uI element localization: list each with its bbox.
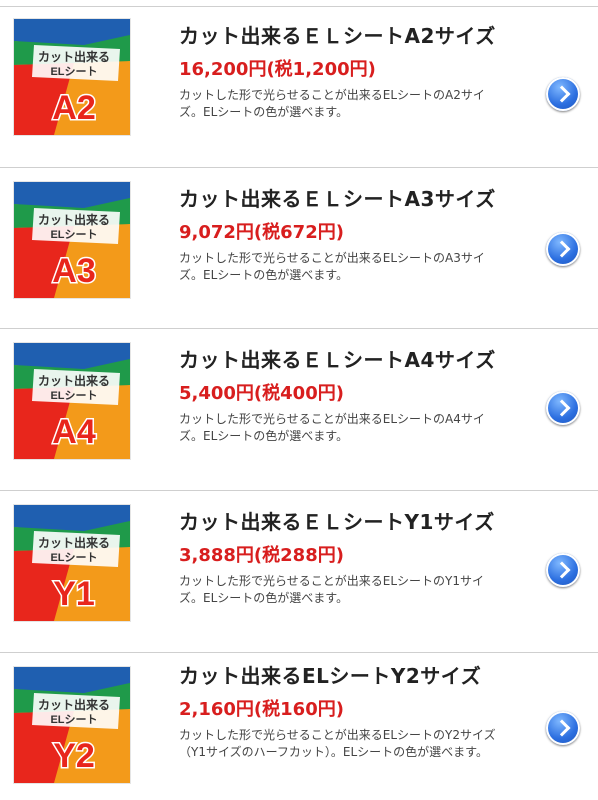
product-price: 16,200円(税1,200円) (179, 59, 376, 80)
thumb-sub: ELシート (50, 389, 97, 402)
thumb-code: A3 (52, 252, 95, 290)
chevron-right-circle-icon[interactable] (546, 77, 580, 111)
product-title[interactable]: カット出来るＥＬシートA3サイズ (179, 184, 506, 214)
product-price: 2,160円(税160円) (179, 699, 344, 720)
product-price: 3,888円(税288円) (179, 545, 344, 566)
product-price: 5,400円(税400円) (179, 383, 344, 404)
thumb-label: カット出来る (38, 373, 110, 388)
thumb-label: カット出来る (38, 49, 110, 64)
chevron-right-circle-icon[interactable] (546, 391, 580, 425)
product-title[interactable]: カット出来るELシートY2サイズ (179, 661, 506, 691)
product-description: カットした形で光らせることが出来るELシートのA4サイズ。ELシートの色が選べま… (179, 412, 485, 443)
product-description: カットした形で光らせることが出来るELシートのY1サイズ。ELシートの色が選べま… (179, 574, 484, 605)
product-row-a2[interactable]: カット出来る ELシート A2 カット出来るＥＬシートA2サイズ 16,200円… (0, 7, 598, 168)
product-title[interactable]: カット出来るＥＬシートA4サイズ (179, 345, 506, 375)
chevron-right-circle-icon[interactable] (546, 711, 580, 745)
product-description: カットした形で光らせることが出来るELシートのA2サイズ。ELシートの色が選べま… (179, 88, 485, 119)
product-thumbnail: カット出来る ELシート A4 (14, 343, 130, 459)
thumb-sub: ELシート (50, 713, 97, 726)
product-thumbnail: カット出来る ELシート A2 (14, 19, 130, 135)
product-thumbnail: カット出来る ELシート Y2 (14, 667, 130, 783)
thumb-code: A2 (52, 89, 95, 127)
product-row-y2[interactable]: カット出来る ELシート Y2 カット出来るELシートY2サイズ 2,160円(… (0, 653, 598, 799)
product-thumbnail: カット出来る ELシート A3 (14, 182, 130, 298)
product-row-a4[interactable]: カット出来る ELシート A4 カット出来るＥＬシートA4サイズ 5,400円(… (0, 329, 598, 491)
product-price: 9,072円(税672円) (179, 222, 344, 243)
chevron-right-circle-icon[interactable] (546, 553, 580, 587)
thumb-label: カット出来る (38, 697, 110, 712)
thumb-code: Y2 (53, 737, 95, 775)
product-list: カット出来る ELシート A2 カット出来るＥＬシートA2サイズ 16,200円… (0, 0, 598, 800)
chevron-right-circle-icon[interactable] (546, 232, 580, 266)
product-thumbnail: カット出来る ELシート Y1 (14, 505, 130, 621)
thumb-sub: ELシート (50, 65, 97, 78)
product-row-y1[interactable]: カット出来る ELシート Y1 カット出来るＥＬシートY1サイズ 3,888円(… (0, 491, 598, 653)
thumb-label: カット出来る (38, 535, 110, 550)
thumb-label: カット出来る (38, 212, 110, 227)
product-description: カットした形で光らせることが出来るELシートのA3サイズ。ELシートの色が選べま… (179, 251, 485, 282)
product-title[interactable]: カット出来るＥＬシートA2サイズ (179, 21, 506, 51)
thumb-sub: ELシート (50, 228, 97, 241)
product-title[interactable]: カット出来るＥＬシートY1サイズ (179, 507, 506, 537)
thumb-code: A4 (52, 413, 96, 451)
product-description: カットした形で光らせることが出来るELシートのY2サイズ（Y1サイズのハーフカッ… (179, 728, 496, 759)
thumb-sub: ELシート (50, 551, 97, 564)
list-top-divider (0, 0, 598, 7)
thumb-code: Y1 (53, 575, 95, 613)
product-row-a3[interactable]: カット出来る ELシート A3 カット出来るＥＬシートA3サイズ 9,072円(… (0, 168, 598, 329)
